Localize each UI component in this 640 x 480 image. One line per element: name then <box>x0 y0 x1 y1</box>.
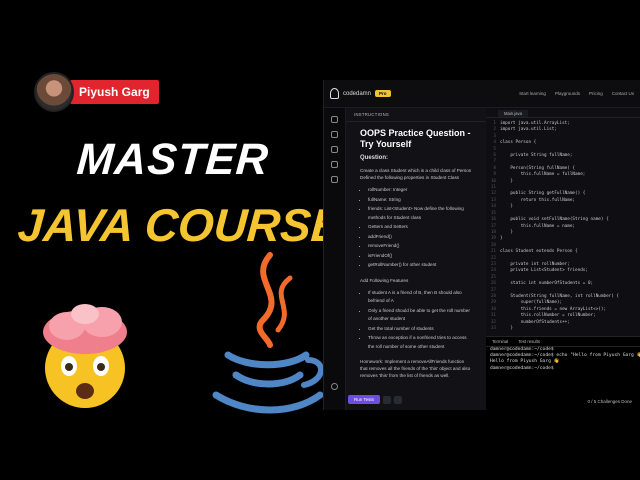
features-label: Add Following Features <box>360 277 409 283</box>
list-item: friends: List<Student> Now define the fo… <box>368 205 472 222</box>
reset-icon[interactable] <box>382 395 391 404</box>
line-number: 33 <box>490 326 496 331</box>
code-text: import java.util.List; <box>500 127 557 133</box>
search-icon[interactable] <box>331 131 338 138</box>
code-text: class Person { <box>500 140 537 146</box>
author-tag: Piyush Garg <box>34 72 159 112</box>
list-item: removeFriend() <box>368 242 472 251</box>
list-item: If student A is a friend of B, then B sh… <box>368 289 472 306</box>
list-item: Throw an exception if a nonfriend tries … <box>368 334 472 351</box>
code-text: private String fullName; <box>500 153 573 159</box>
nav-pricing[interactable]: Pricing <box>589 91 603 96</box>
tab-terminal[interactable]: Terminal <box>492 339 508 344</box>
info-icon[interactable] <box>331 146 338 153</box>
nav-playgrounds[interactable]: Playgrounds <box>555 91 580 96</box>
code-text: } <box>500 326 513 331</box>
pro-badge: Pro <box>375 90 391 97</box>
expand-icon[interactable] <box>393 395 402 404</box>
file-icon[interactable] <box>331 116 338 123</box>
properties-list: rollNumber: Integer fullName: String fri… <box>346 181 486 270</box>
list-item: rollNumber: Integer <box>368 186 472 195</box>
code-editor[interactable]: Main.java 1 import java.util.ArrayList; 2 i… <box>486 108 640 336</box>
codedamn-logo-icon[interactable] <box>330 88 339 99</box>
top-nav: codedamn Pro Start learning Playgrounds … <box>324 80 640 108</box>
nav-contact-us[interactable]: Contact Us <box>612 91 634 96</box>
instructions-header: INSTRUCTIONS <box>346 108 486 122</box>
side-rail <box>324 108 346 410</box>
question-intro: Create a class Student which is a child … <box>360 168 472 180</box>
run-bar: Run Tests <box>348 395 402 404</box>
book-icon[interactable] <box>331 161 338 168</box>
instructions-panel: INSTRUCTIONS OOPS Practice Question - Tr… <box>346 108 486 410</box>
ide-window: codedamn Pro Start learning Playgrounds … <box>323 80 640 410</box>
code-text: } <box>500 236 503 242</box>
terminal-panel[interactable]: Terminal Test results damner@codedamn:~/… <box>486 336 640 410</box>
help-icon[interactable] <box>331 383 338 390</box>
editor-tab-main-java[interactable]: Main.java <box>498 110 528 117</box>
code-text: } <box>500 178 513 184</box>
settings-icon[interactable] <box>331 176 338 183</box>
code-line[interactable]: 33 } <box>486 326 640 332</box>
code-text: } <box>500 204 513 210</box>
code-text: class Student extends Person { <box>500 249 578 255</box>
list-item: isFriendOf() <box>368 252 472 261</box>
list-item: Get the total number of students <box>368 325 472 334</box>
list-item: getRollNumber() for other student <box>368 261 472 270</box>
code-text: static int numberOfStudents = 0; <box>500 281 594 287</box>
challenges-counter: 0 / 5 Challenges Done <box>587 399 632 404</box>
tab-test-results[interactable]: Test results <box>518 339 540 344</box>
list-item: Getters and Setters <box>368 223 472 232</box>
java-logo-icon <box>212 252 324 414</box>
headline-line1: MASTER <box>75 135 271 184</box>
nav-start-learning[interactable]: Start learning <box>519 91 546 96</box>
list-item: Only a friend should be able to get the … <box>368 307 472 324</box>
question-title: OOPS Practice Question - Try Yourself <box>360 128 471 149</box>
author-avatar <box>34 72 74 112</box>
code-area[interactable]: 1 import java.util.ArrayList; 2 import java… <box>486 118 640 332</box>
list-item: addFriend() <box>368 233 472 242</box>
list-item: fullName: String <box>368 196 472 205</box>
terminal-line: damner@codedamn:~/code$ <box>490 365 554 371</box>
headline-line2: JAVA COURSE <box>16 199 344 251</box>
author-name: Piyush Garg <box>70 80 159 104</box>
run-tests-button[interactable]: Run Tests <box>348 395 380 404</box>
homework-text: Homework: Implement a removeAllFriends f… <box>360 359 471 378</box>
question-label: Question: <box>360 155 388 161</box>
brand-name[interactable]: codedamn <box>343 91 371 97</box>
code-text: private List<Student> friends; <box>500 268 588 274</box>
exploding-head-icon <box>43 304 127 408</box>
features-list: If student A is a friend of B, then B sh… <box>346 284 486 352</box>
